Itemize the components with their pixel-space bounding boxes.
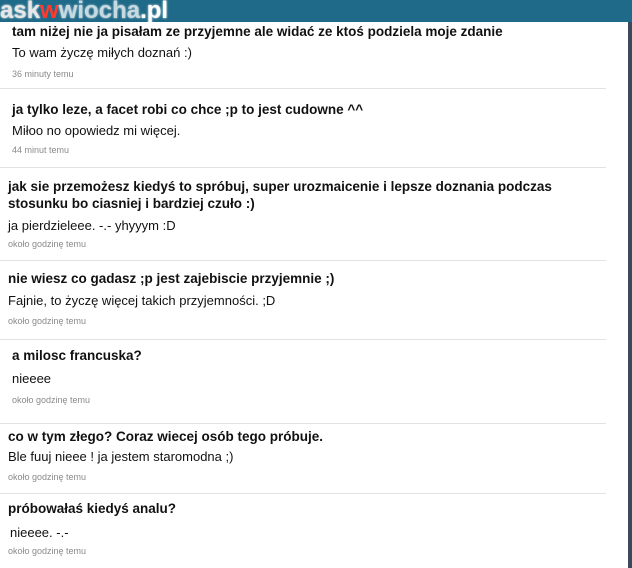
logo-prefix: ask [0,0,41,24]
question-text: próbowałaś kiedyś analu? [8,501,177,516]
question-text: nie wiesz co gadasz ;p jest zajebiscie p… [8,271,335,286]
site-logo: askwwiocha.pl [0,0,169,24]
answer-text: nieeee [12,371,52,386]
qa-item: tam niżej nie ja pisałam ze przyjemne al… [0,22,606,89]
timestamp[interactable]: 44 minut temu [12,145,69,156]
timestamp[interactable]: około godzinę temu [8,316,86,327]
timestamp[interactable]: około godzinę temu [8,239,86,250]
answer-text: Ble fuuj nieee ! ja jestem staromodna ;) [8,449,234,464]
logo-w: w [40,0,59,24]
answer-text: To wam życzę miłych doznań :) [12,45,192,60]
timestamp[interactable]: 36 minuty temu [12,69,74,80]
scrollbar[interactable] [628,22,632,568]
question-text: ja tylko leze, a facet robi co chce ;p t… [12,102,364,117]
qa-item: co w tym złego? Coraz wiecej osób tego p… [0,424,606,494]
answer-text: Miłoo no opowiedz mi więcej. [12,123,181,138]
qa-item: jak sie przemożesz kiedyś to spróbuj, su… [0,168,606,261]
answer-text: ja pierdzieleee. -.- yhyyym :D [8,218,176,233]
logo-tld: .pl [140,0,169,24]
qa-item: próbowałaś kiedyś analu? nieeee. -.- oko… [0,494,606,568]
question-text: jak sie przemożesz kiedyś to spróbuj, su… [8,179,552,211]
timestamp[interactable]: około godzinę temu [8,546,86,557]
question-text: tam niżej nie ja pisałam ze przyjemne al… [12,24,503,39]
qa-item: a milosc francuska? nieeee około godzinę… [0,340,606,424]
logo-site: wiocha [58,0,141,24]
qa-item: nie wiesz co gadasz ;p jest zajebiscie p… [0,261,606,340]
timestamp[interactable]: około godzinę temu [8,472,86,483]
qa-item: ja tylko leze, a facet robi co chce ;p t… [0,89,606,168]
answer-text: nieeee. -.- [10,525,69,540]
question-text: co w tym złego? Coraz wiecej osób tego p… [8,429,324,444]
question-text: a milosc francuska? [12,348,142,363]
timestamp[interactable]: około godzinę temu [12,395,90,406]
answer-text: Fajnie, to życzę więcej takich przyjemno… [8,293,276,308]
